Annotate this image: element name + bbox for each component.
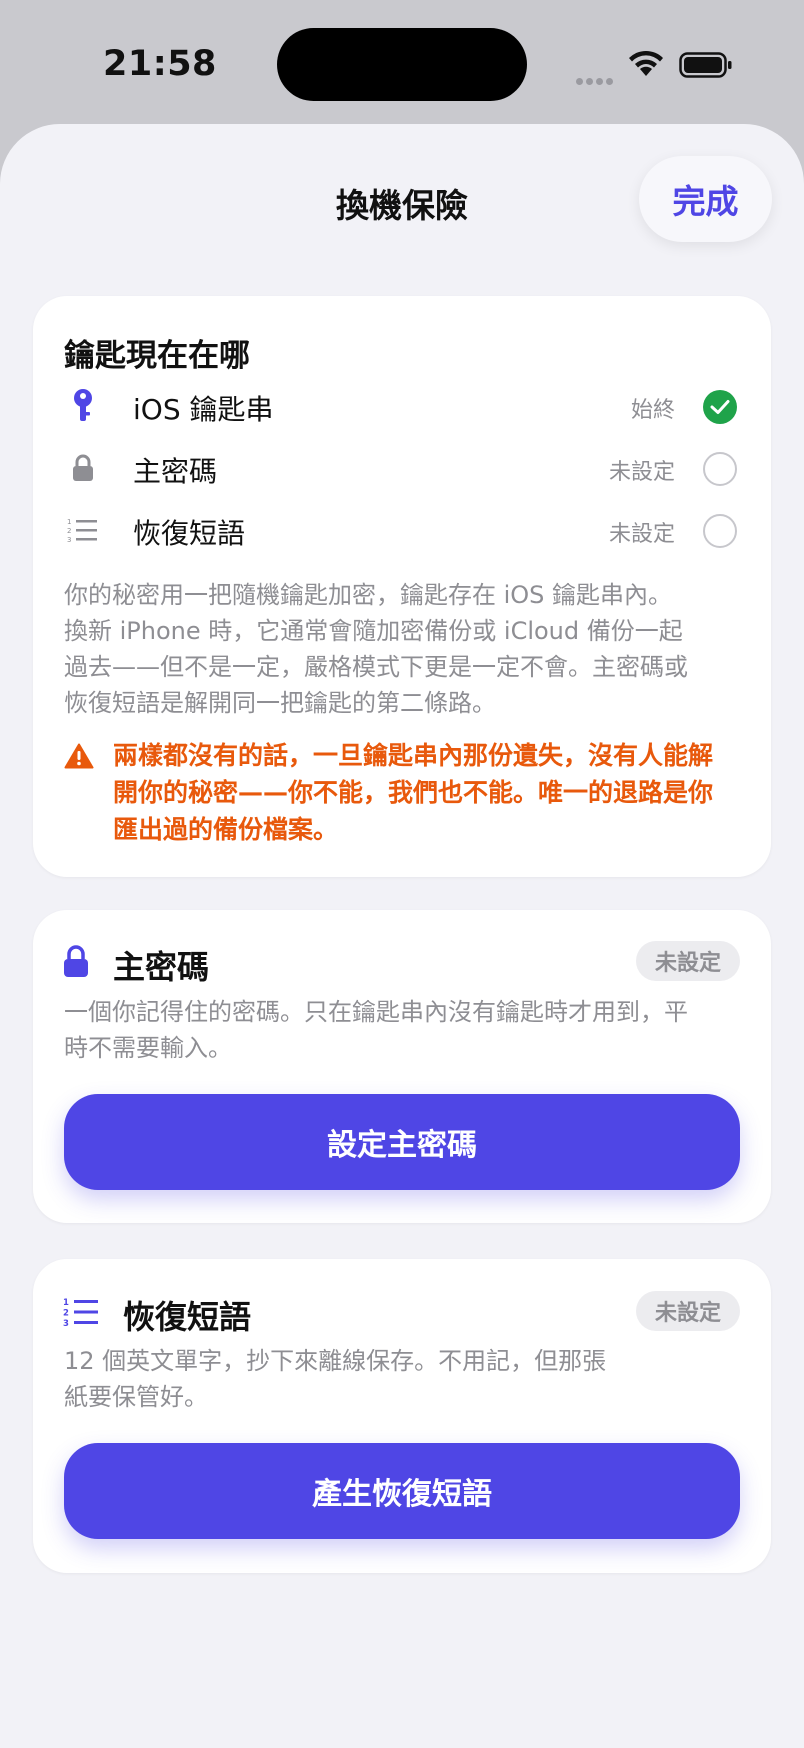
key-icon [63, 386, 103, 426]
master-password-row: 主密碼 未設定 [33, 444, 771, 494]
set-master-password-button[interactable]: 設定主密碼 [64, 1094, 740, 1190]
description-line: 12 個英文單字，抄下來離線保存。不用記，但那張 [64, 1347, 607, 1375]
recovery-phrase-status: 未設定 [608, 522, 675, 547]
key-location-title: 鑰匙現在在哪 [64, 338, 250, 374]
warning-text: 兩樣都沒有的話，一旦鑰匙串內那份遺失，沒有人能解 開你的秘密——你不能，我們也不… [113, 737, 743, 848]
warning-line: 匯出過的備份檔案。 [113, 815, 339, 844]
key-location-description: 你的秘密用一把隨機鑰匙加密，鑰匙存在 iOS 鑰匙串內。 換新 iPhone 時… [64, 577, 744, 721]
svg-text:2: 2 [63, 1309, 69, 1319]
master-password-description: 一個你記得住的密碼。只在鑰匙串內沒有鑰匙時才用到，平 時不需要輸入。 [64, 994, 744, 1066]
empty-circle-icon [703, 452, 737, 486]
recovery-phrase-description: 12 個英文單字，抄下來離線保存。不用記，但那張 紙要保管好。 [64, 1343, 744, 1415]
dynamic-island [277, 28, 527, 101]
recovery-phrase-title: 恢復短語 [123, 1298, 252, 1336]
description-line: 一個你記得住的密碼。只在鑰匙串內沒有鑰匙時才用到，平 [64, 998, 688, 1026]
description-line: 過去——但不是一定，嚴格模式下更是一定不會。主密碼或 [64, 653, 688, 681]
recovery-phrase-label: 恢復短語 [133, 517, 246, 550]
numbered-list-icon: 1 2 3 [63, 1298, 98, 1327]
generate-recovery-phrase-button[interactable]: 產生恢復短語 [64, 1443, 740, 1539]
status-badge: 未設定 [636, 941, 740, 981]
svg-text:3: 3 [63, 1319, 69, 1327]
status-time: 21:58 [103, 44, 217, 84]
keychain-row: iOS 鑰匙串 始終 [33, 382, 771, 432]
description-line: 時不需要輸入。 [64, 1034, 232, 1062]
keychain-status: 始終 [630, 398, 675, 423]
status-badge: 未設定 [636, 1291, 740, 1331]
master-password-title: 主密碼 [113, 948, 210, 986]
warning-line: 兩樣都沒有的話，一旦鑰匙串內那份遺失，沒有人能解 [113, 741, 714, 770]
numbered-list-icon: 1 2 3 [63, 510, 103, 550]
keychain-label: iOS 鑰匙串 [133, 393, 274, 426]
description-line: 紙要保管好。 [64, 1383, 208, 1411]
lock-icon [64, 945, 88, 977]
lock-icon [63, 448, 103, 488]
status-bar: 21:58 [0, 0, 804, 125]
recovery-phrase-card: 1 2 3 恢復短語 未設定 12 個英文單字，抄下來離線保存。不用記，但那張 … [33, 1259, 771, 1573]
description-line: 你的秘密用一把隨機鑰匙加密，鑰匙存在 iOS 鑰匙串內。 [64, 581, 673, 609]
key-location-card: 鑰匙現在在哪 iOS 鑰匙串 始終 主密碼 未設定 1 2 3 恢復短語 未設定… [33, 296, 771, 877]
wifi-icon [629, 50, 663, 76]
cellular-signal-icon [576, 70, 616, 89]
empty-circle-icon [703, 514, 737, 548]
master-password-status: 未設定 [608, 460, 675, 485]
svg-text:2: 2 [67, 527, 71, 535]
warning-line: 開你的秘密——你不能，我們也不能。唯一的退路是你 [113, 778, 714, 807]
master-password-label: 主密碼 [133, 455, 218, 488]
recovery-phrase-row: 1 2 3 恢復短語 未設定 [33, 506, 771, 556]
warning-icon [64, 743, 94, 769]
battery-icon [679, 52, 732, 78]
description-line: 恢復短語是解開同一把鑰匙的第二條路。 [64, 689, 496, 717]
svg-text:1: 1 [67, 518, 71, 526]
checkmark-icon [703, 390, 737, 424]
insurance-sheet: 換機保險 完成 鑰匙現在在哪 iOS 鑰匙串 始終 主密碼 未設定 1 2 3 … [0, 124, 804, 1748]
svg-text:1: 1 [63, 1298, 69, 1308]
svg-text:3: 3 [67, 536, 71, 543]
done-button[interactable]: 完成 [639, 156, 772, 242]
master-password-card: 主密碼 未設定 一個你記得住的密碼。只在鑰匙串內沒有鑰匙時才用到，平 時不需要輸… [33, 910, 771, 1223]
description-line: 換新 iPhone 時，它通常會隨加密備份或 iCloud 備份一起 [64, 617, 683, 645]
